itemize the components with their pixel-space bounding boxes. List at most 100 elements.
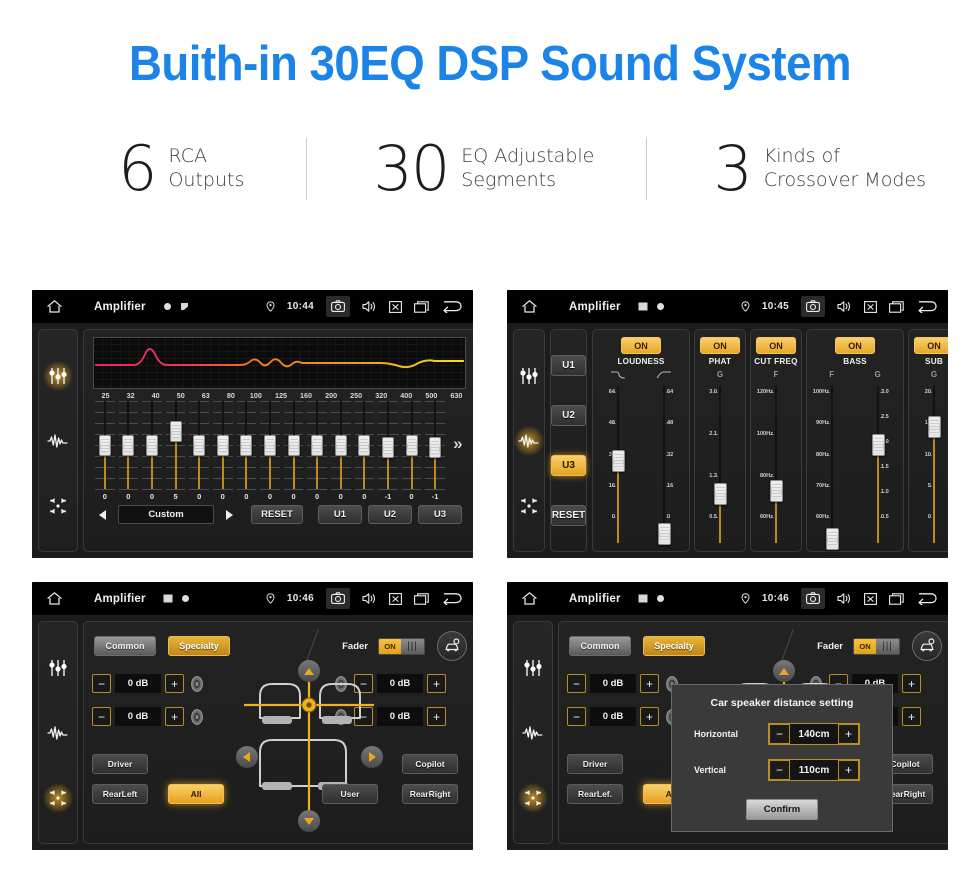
horizontal-plus-button[interactable]: + <box>838 724 859 744</box>
eq-slider-knob[interactable] <box>263 434 276 456</box>
vertical-minus-button[interactable]: − <box>769 760 790 780</box>
dsp-on-button[interactable]: ON <box>914 337 948 354</box>
eq-slider-knob[interactable] <box>193 434 206 456</box>
car-settings-button[interactable] <box>437 631 467 661</box>
eq-slider[interactable]: 0 <box>353 401 377 501</box>
sidebar-item-waveform[interactable] <box>43 426 73 456</box>
eq-slider-knob[interactable] <box>122 434 135 456</box>
nav-right-button[interactable] <box>361 746 383 768</box>
eq-slider-knob[interactable] <box>311 434 324 456</box>
fader-toggle[interactable]: ON ||| <box>378 637 425 655</box>
dsp-slider-knob[interactable] <box>611 450 625 473</box>
horizontal-minus-button[interactable]: − <box>769 724 790 744</box>
camera-icon[interactable] <box>326 296 350 317</box>
eq-slider[interactable]: 0 <box>305 401 329 501</box>
seat-preset-rearlef-button[interactable]: RearLef. <box>567 784 623 804</box>
home-icon[interactable] <box>46 591 63 606</box>
gain-plus-button[interactable]: + <box>427 674 446 693</box>
sidebar-item-balance[interactable] <box>514 491 544 521</box>
dsp-slider[interactable]: 3.0 2.5 2.0 1.5 1.0 0.5 <box>855 382 901 547</box>
recents-icon[interactable] <box>414 592 429 605</box>
home-icon[interactable] <box>521 299 538 314</box>
vertical-stepper[interactable]: − 110cm + <box>768 759 860 781</box>
chevron-double-right-icon[interactable]: » <box>447 401 469 501</box>
sidebar-item-balance[interactable] <box>43 782 73 813</box>
eq-slider-knob[interactable] <box>145 434 158 456</box>
dsp-reset-button[interactable]: RESET <box>551 505 586 527</box>
dsp-slider[interactable]: 3.0 2.1 1.3 0.5 <box>697 382 743 547</box>
eq-slider-knob[interactable] <box>240 434 253 456</box>
nav-up-button[interactable] <box>773 660 795 682</box>
seat-preset-rearright-button[interactable]: RearRight <box>402 784 458 804</box>
eq-slider-knob[interactable] <box>429 437 442 459</box>
close-box-icon[interactable] <box>389 300 402 313</box>
dsp-preset-u2-button[interactable]: U2 <box>551 404 586 426</box>
dsp-slider-knob[interactable] <box>927 415 941 438</box>
sidebar-item-waveform[interactable] <box>518 718 548 748</box>
gain-minus-button[interactable]: − <box>92 674 111 693</box>
camera-icon[interactable] <box>801 296 825 317</box>
eq-preset-u1-button[interactable]: U1 <box>318 505 362 524</box>
back-arrow-icon[interactable] <box>916 592 938 605</box>
eq-preset-u3-button[interactable]: U3 <box>418 505 462 524</box>
preset-prev-button[interactable] <box>93 505 113 524</box>
volume-icon[interactable] <box>837 300 852 313</box>
eq-slider[interactable]: -1 <box>423 401 447 501</box>
dsp-slider-knob[interactable] <box>825 527 839 550</box>
fader-toggle[interactable]: ON ||| <box>853 637 900 655</box>
recents-icon[interactable] <box>889 592 904 605</box>
sidebar-item-balance[interactable] <box>518 782 548 813</box>
gain-plus-button[interactable]: + <box>640 674 659 693</box>
close-box-icon[interactable] <box>389 592 402 605</box>
eq-slider-knob[interactable] <box>169 420 182 442</box>
gain-plus-button[interactable]: + <box>902 707 921 726</box>
dsp-on-button[interactable]: ON <box>756 337 796 354</box>
home-icon[interactable] <box>46 299 63 314</box>
back-arrow-icon[interactable] <box>441 592 463 605</box>
eq-slider-knob[interactable] <box>287 434 300 456</box>
dsp-preset-u1-button[interactable]: U1 <box>551 354 586 376</box>
dsp-slider[interactable]: 644832160 <box>595 382 641 547</box>
close-box-icon[interactable] <box>864 592 877 605</box>
tab-common[interactable]: Common <box>94 636 156 656</box>
sidebar-item-equalizer[interactable] <box>518 653 548 683</box>
gain-minus-button[interactable]: − <box>567 674 586 693</box>
seat-preset-rearleft-button[interactable]: RearLeft <box>92 784 148 804</box>
dsp-preset-u3-button[interactable]: U3 <box>551 455 586 477</box>
dsp-slider[interactable]: 644832160 <box>641 382 687 547</box>
gain-plus-button[interactable]: + <box>427 707 446 726</box>
tab-specialty[interactable]: Specialty <box>168 636 230 656</box>
tab-common[interactable]: Common <box>569 636 631 656</box>
volume-icon[interactable] <box>362 592 377 605</box>
eq-slider[interactable]: 0 <box>211 401 235 501</box>
recents-icon[interactable] <box>414 300 429 313</box>
eq-slider[interactable]: 0 <box>117 401 141 501</box>
eq-slider-knob[interactable] <box>98 434 111 456</box>
eq-slider-knob[interactable] <box>216 434 229 456</box>
dsp-slider[interactable]: 120Hz 100Hz 80Hz 60Hz <box>753 382 799 547</box>
back-arrow-icon[interactable] <box>916 300 938 313</box>
gain-minus-button[interactable]: − <box>92 707 111 726</box>
dsp-slider-knob[interactable] <box>769 479 783 502</box>
eq-slider[interactable]: -1 <box>376 401 400 501</box>
tab-specialty[interactable]: Specialty <box>643 636 705 656</box>
gain-plus-button[interactable]: + <box>640 707 659 726</box>
dsp-on-button[interactable]: ON <box>835 337 875 354</box>
eq-slider-knob[interactable] <box>358 434 371 456</box>
eq-slider[interactable]: 0 <box>140 401 164 501</box>
sidebar-item-equalizer[interactable] <box>43 360 73 391</box>
volume-icon[interactable] <box>362 300 377 313</box>
horizontal-stepper[interactable]: − 140cm + <box>768 723 860 745</box>
eq-reset-button[interactable]: RESET <box>251 505 303 524</box>
dsp-slider[interactable]: 20151050 <box>911 382 948 547</box>
gain-plus-button[interactable]: + <box>165 707 184 726</box>
dsp-slider-knob[interactable] <box>871 433 885 456</box>
close-box-icon[interactable] <box>864 300 877 313</box>
eq-slider-knob[interactable] <box>405 434 418 456</box>
nav-left-button[interactable] <box>236 746 258 768</box>
dsp-slider[interactable]: 100Hz 90Hz 80Hz 70Hz 60Hz <box>809 382 855 550</box>
dsp-on-button[interactable]: ON <box>621 337 661 354</box>
nav-down-button[interactable] <box>298 810 320 832</box>
camera-icon[interactable] <box>801 588 825 609</box>
vertical-plus-button[interactable]: + <box>838 760 859 780</box>
